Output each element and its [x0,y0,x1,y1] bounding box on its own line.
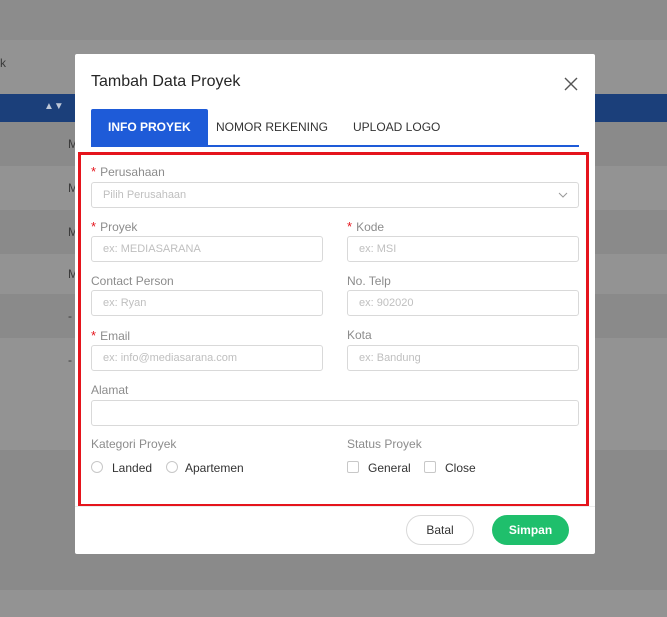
kode-label: * Kode [347,219,385,234]
tab-upload-logo[interactable]: UPLOAD LOGO [336,109,457,145]
radio-apartemen-label[interactable]: Apartemen [185,461,244,475]
checkbox-close-label[interactable]: Close [445,461,476,475]
alamat-input[interactable] [91,400,579,426]
cancel-button[interactable]: Batal [406,515,474,545]
modal-title: Tambah Data Proyek [91,73,241,90]
kota-label: Kota [347,328,372,342]
footer-divider [75,506,595,507]
no-telp-input[interactable] [347,290,579,316]
no-telp-label: No. Telp [347,274,391,288]
bg-header-band [0,0,667,40]
contact-person-label: Contact Person [91,274,174,288]
email-label: * Email [91,328,131,343]
perusahaan-label: * Perusahaan [91,164,165,179]
sort-icon: ▲▼ [44,101,64,112]
radio-apartemen[interactable] [166,461,178,473]
checkbox-general[interactable] [347,461,359,473]
add-project-modal: Tambah Data Proyek INFO PROYEK NOMOR REK… [75,54,595,554]
proyek-label: * Proyek [91,219,138,234]
save-button[interactable]: Simpan [492,515,569,545]
chevron-down-icon [558,192,568,198]
email-input[interactable] [91,345,323,371]
status-proyek-label: Status Proyek [347,437,422,451]
checkbox-general-label[interactable]: General [368,461,411,475]
bg-left-fragment: k [0,56,6,70]
kode-input[interactable] [347,236,579,262]
radio-landed[interactable] [91,461,103,473]
checkbox-close[interactable] [424,461,436,473]
perusahaan-select[interactable]: Pilih Perusahaan [91,182,579,208]
close-icon[interactable] [563,76,579,92]
kota-input[interactable] [347,345,579,371]
radio-landed-label[interactable]: Landed [112,461,152,475]
contact-person-input[interactable] [91,290,323,316]
tab-nomor-rekening[interactable]: NOMOR REKENING [199,109,345,145]
bg-footer [0,590,667,617]
alamat-label: Alamat [91,383,129,397]
tab-bar: INFO PROYEK NOMOR REKENING UPLOAD LOGO [91,109,579,147]
info-proyek-form: *Perusahaan Pilih Perusahaan *Proyek *Ko… [78,152,589,507]
tab-info-proyek[interactable]: INFO PROYEK [91,109,208,145]
proyek-input[interactable] [91,236,323,262]
kategori-proyek-label: Kategori Proyek [91,437,177,451]
